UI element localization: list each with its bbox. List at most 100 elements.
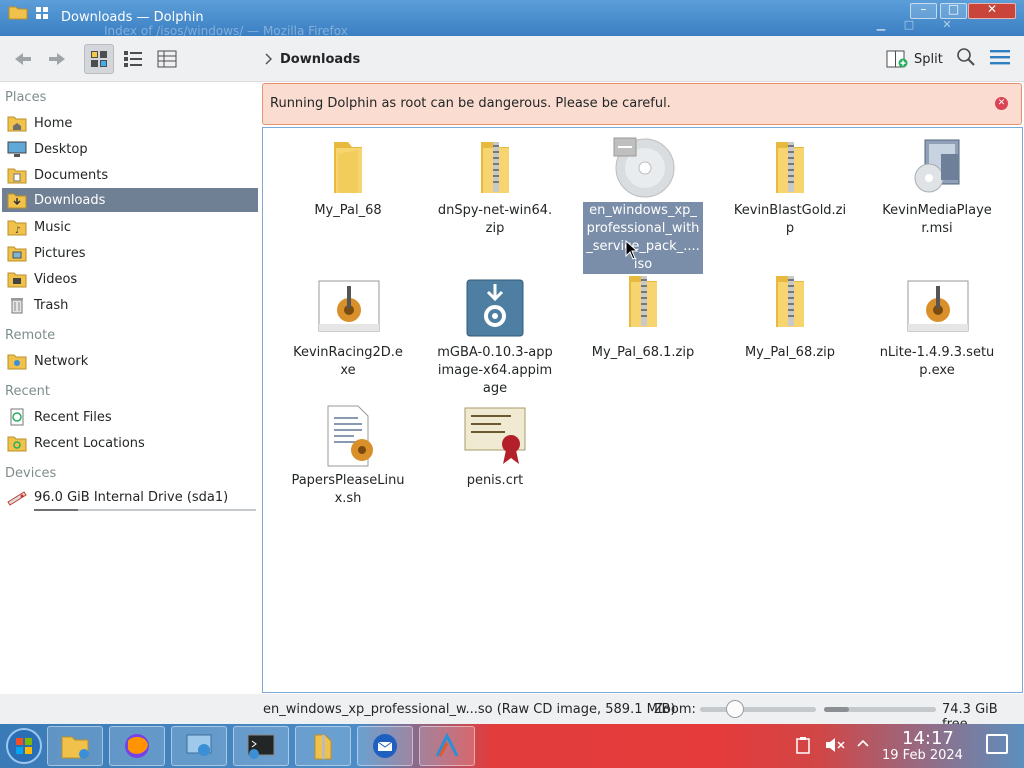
chevron-right-icon — [265, 53, 272, 65]
sidebar-item-desktop[interactable]: Desktop — [2, 137, 258, 161]
remote-heading: Remote — [5, 328, 56, 343]
sidebar-item-trash[interactable]: Trash — [2, 293, 258, 317]
details-view-button[interactable] — [152, 44, 182, 74]
icons-view-icon — [91, 51, 107, 67]
trash-icon — [4, 295, 30, 315]
sidebar-item-label: Recent Files — [34, 409, 112, 425]
sidebar-item-label: Recent Locations — [34, 435, 145, 451]
music-folder-icon: ♪ — [4, 217, 30, 237]
sidebar-item-label: Downloads — [34, 192, 106, 208]
places-panel: Places Home Desktop Documents Downloads … — [0, 82, 262, 722]
window-title: Downloads — Dolphin — [61, 10, 204, 25]
sidebar-item-network[interactable]: Network — [2, 349, 258, 373]
maximize-button[interactable]: □ — [940, 2, 967, 19]
file-item-kevinmediaplayer-msi[interactable]: KevinMediaPlayer.msi — [877, 134, 997, 238]
drive-icon — [4, 487, 30, 507]
clock-date[interactable]: 19 Feb 2024 — [882, 748, 963, 763]
drive-usage-bar — [34, 509, 256, 511]
back-button[interactable] — [8, 44, 38, 74]
selection-info: en_windows_xp_professional_w...so (Raw C… — [263, 702, 676, 717]
taskbar-thunderbird[interactable] — [357, 726, 413, 766]
sidebar-item-label: Music — [34, 219, 71, 235]
shell-script-icon — [327, 405, 373, 467]
file-item-kevinracing2d-exe[interactable]: KevinRacing2D.exe — [288, 276, 408, 380]
zip-archive-icon — [776, 142, 804, 193]
search-icon[interactable] — [956, 47, 976, 67]
file-item-nlite-setup-exe[interactable]: nLite-1.4.9.3.setup.exe — [877, 276, 997, 380]
clipboard-icon[interactable] — [796, 736, 810, 754]
file-name: My_Pal_68 — [314, 203, 382, 218]
file-item-my-pal-68[interactable]: My_Pal_68 — [288, 134, 408, 220]
sidebar-item-documents[interactable]: Documents — [2, 163, 258, 187]
appimage-icon — [466, 279, 524, 337]
sidebar-item-internal-drive[interactable]: 96.0 GiB Internal Drive (sda1) — [2, 485, 258, 511]
videos-folder-icon — [4, 269, 30, 289]
taskbar-file-manager[interactable] — [47, 726, 103, 766]
file-item-dnspy-zip[interactable]: dnSpy-net-win64.zip — [435, 134, 555, 238]
window-titlebar[interactable]: Index of /isos/windows/ — Mozilla Firefo… — [0, 0, 1024, 36]
sidebar-item-pictures[interactable]: Pictures — [2, 241, 258, 265]
minimize-button[interactable]: – — [910, 2, 937, 19]
status-bar: en_windows_xp_professional_w...so (Raw C… — [0, 694, 1024, 732]
recent-locations-icon — [4, 433, 30, 453]
file-item-penis-crt[interactable]: penis.crt — [435, 404, 555, 490]
sidebar-item-label: Network — [34, 353, 89, 369]
file-item-my-pal-68-1-zip[interactable]: My_Pal_68.1.zip — [583, 268, 703, 362]
file-name: KevinMediaPlayer.msi — [882, 203, 992, 236]
close-warning-icon[interactable]: ✕ — [995, 97, 1008, 110]
close-button[interactable]: ✕ — [968, 2, 1016, 19]
root-warning-banner: Running Dolphin as root can be dangerous… — [262, 83, 1022, 125]
zoom-slider[interactable] — [700, 700, 816, 718]
folder-app-icon — [8, 6, 28, 20]
sidebar-item-home[interactable]: Home — [2, 111, 258, 135]
close-icon: ✕ — [986, 2, 998, 16]
taskbar: 14:17 19 Feb 2024 — [0, 724, 1024, 768]
thunderbird-icon — [373, 734, 397, 758]
certificate-icon — [464, 407, 526, 464]
system-tray: 14:17 19 Feb 2024 — [790, 728, 1020, 763]
chevron-up-icon[interactable] — [856, 738, 870, 748]
breadcrumb[interactable]: Downloads — [264, 48, 360, 70]
taskbar-system-settings[interactable] — [171, 726, 227, 766]
background-minimize-icon: ▁ — [876, 18, 886, 31]
taskbar-terminal[interactable] — [233, 726, 289, 766]
file-item-my-pal-68-zip[interactable]: My_Pal_68.zip — [730, 268, 850, 362]
file-name: My_Pal_68.zip — [744, 345, 836, 360]
sidebar-item-label: Home — [34, 115, 73, 131]
clock-time[interactable]: 14:17 — [902, 728, 954, 749]
file-name: penis.crt — [466, 473, 524, 488]
breadcrumb-downloads[interactable]: Downloads — [280, 52, 360, 67]
back-arrow-icon — [15, 53, 31, 65]
taskbar-graphics-app[interactable] — [419, 726, 475, 766]
split-button[interactable]: Split — [886, 45, 943, 73]
icons-view-button[interactable] — [84, 44, 114, 74]
sidebar-item-recent-files[interactable]: Recent Files — [2, 405, 258, 429]
sidebar-item-music[interactable]: ♪ Music — [2, 215, 258, 239]
sidebar-item-downloads[interactable]: Downloads — [2, 188, 258, 212]
show-desktop-button[interactable] — [986, 734, 1008, 754]
sidebar-item-recent-locations[interactable]: Recent Locations — [2, 431, 258, 455]
forward-button[interactable] — [42, 44, 72, 74]
taskbar-archive-manager[interactable] — [295, 726, 351, 766]
firefox-icon — [125, 734, 149, 758]
grid-icon[interactable] — [36, 7, 48, 19]
file-item-mgba-appimage[interactable]: mGBA-0.10.3-appimage-x64.appimage — [435, 276, 555, 398]
sidebar-item-videos[interactable]: Videos — [2, 267, 258, 291]
file-item-kevinblastgold-zip[interactable]: KevinBlastGold.zip — [730, 134, 850, 238]
folder-icon — [334, 142, 362, 193]
places-heading: Places — [5, 90, 47, 105]
start-menu-icon[interactable] — [4, 726, 44, 766]
background-window-title: Index of /isos/windows/ — Mozilla Firefo… — [104, 24, 348, 36]
toolbar: Downloads Split — [0, 36, 1024, 82]
file-view[interactable]: My_Pal_68 dnSpy-net-win64.zip en_windows… — [262, 127, 1023, 693]
zoom-slider-handle[interactable] — [725, 700, 744, 718]
hamburger-menu-icon[interactable] — [990, 48, 1010, 66]
svg-text:♪: ♪ — [15, 226, 21, 236]
compact-view-button[interactable] — [118, 44, 148, 74]
file-item-windows-xp-iso[interactable]: en_windows_xp_professional_with_service_… — [583, 134, 703, 274]
file-item-papersplease-sh[interactable]: PapersPleaseLinux.sh — [288, 404, 408, 508]
volume-muted-icon[interactable] — [824, 736, 846, 754]
split-view-icon — [886, 50, 908, 68]
taskbar-firefox[interactable] — [109, 726, 165, 766]
drive-usage-fill — [34, 509, 79, 511]
